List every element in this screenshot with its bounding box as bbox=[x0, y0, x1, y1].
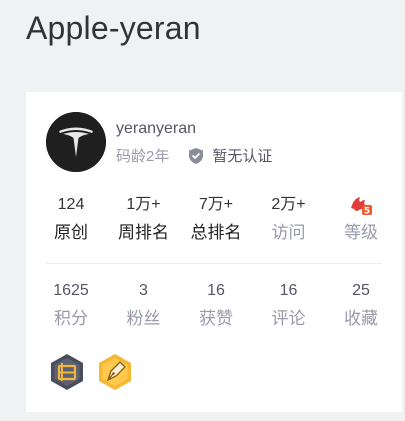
stat-label: 周排名 bbox=[118, 223, 169, 242]
level-5-icon: 5 bbox=[326, 194, 396, 217]
stat-label: 总排名 bbox=[190, 223, 242, 242]
stat-likes[interactable]: 16 获赞 bbox=[181, 280, 251, 330]
meta-row: 码龄2年 暂无认证 bbox=[116, 145, 272, 166]
stat-level[interactable]: 5 等级 bbox=[326, 194, 396, 244]
stat-label: 评论 bbox=[271, 309, 306, 328]
stat-label: 原创 bbox=[54, 223, 88, 242]
divider bbox=[46, 263, 382, 264]
avatar[interactable] bbox=[46, 112, 106, 172]
stat-value: 16 bbox=[279, 282, 298, 299]
stat-weekly-rank[interactable]: 1万+ 周排名 bbox=[109, 194, 179, 244]
svg-text:5: 5 bbox=[364, 207, 370, 217]
stat-original[interactable]: 124 原创 bbox=[36, 194, 106, 244]
verify-status[interactable]: 暂无认证 bbox=[212, 145, 272, 166]
code-age: 码龄2年 bbox=[116, 148, 170, 165]
stat-visits[interactable]: 2万+ 访问 bbox=[254, 194, 324, 244]
stat-points[interactable]: 1625 积分 bbox=[36, 280, 106, 330]
stat-value: 2万+ bbox=[271, 196, 306, 213]
tesla-logo-icon bbox=[46, 112, 106, 172]
profile-card: yeranyeran 码龄2年 暂无认证 124 原创 1万+ 周排名 7万+ … bbox=[26, 92, 402, 412]
blog-title: Apple-yeran bbox=[26, 10, 201, 46]
badges bbox=[48, 352, 134, 392]
shield-icon bbox=[187, 147, 205, 165]
stat-value: 1625 bbox=[53, 282, 89, 299]
stat-favorites[interactable]: 25 收藏 bbox=[326, 280, 396, 330]
stat-value: 1万+ bbox=[126, 196, 161, 213]
stat-label: 粉丝 bbox=[126, 309, 161, 328]
stat-value: 25 bbox=[352, 282, 370, 299]
stat-value: 16 bbox=[207, 282, 225, 299]
stat-value: 3 bbox=[139, 282, 148, 299]
persistence-badge-icon[interactable] bbox=[48, 352, 86, 392]
stat-total-rank[interactable]: 7万+ 总排名 bbox=[181, 194, 251, 244]
stat-value: 124 bbox=[57, 196, 85, 213]
stat-value: 7万+ bbox=[198, 196, 234, 213]
stat-label: 访问 bbox=[271, 223, 306, 242]
stats-row-primary: 124 原创 1万+ 周排名 7万+ 总排名 2万+ 访问 5 等级 bbox=[36, 194, 396, 244]
stat-label: 积分 bbox=[54, 309, 88, 328]
stat-label: 等级 bbox=[344, 223, 378, 242]
stat-label: 收藏 bbox=[344, 309, 378, 328]
stat-label: 获赞 bbox=[199, 309, 233, 328]
stat-fans[interactable]: 3 粉丝 bbox=[109, 280, 179, 330]
stats-row-secondary: 1625 积分 3 粉丝 16 获赞 16 评论 25 收藏 bbox=[36, 280, 396, 330]
pen-badge-icon[interactable] bbox=[96, 352, 134, 392]
stat-comments[interactable]: 16 评论 bbox=[254, 280, 324, 330]
username[interactable]: yeranyeran bbox=[116, 120, 196, 138]
